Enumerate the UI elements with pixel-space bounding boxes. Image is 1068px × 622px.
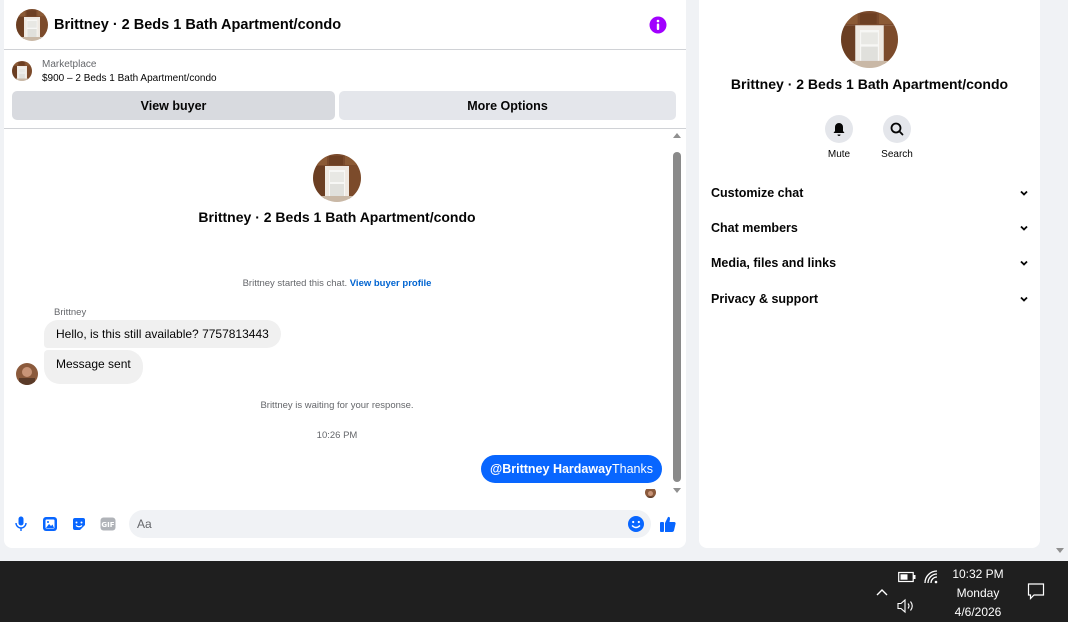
scroll-thumb[interactable]	[673, 152, 681, 482]
scroll-down-arrow[interactable]	[673, 488, 681, 493]
microphone-icon[interactable]	[12, 515, 30, 533]
sender-avatar[interactable]	[16, 363, 38, 385]
message-scrollbar[interactable]	[672, 130, 682, 498]
chevron-down-icon	[1020, 225, 1028, 231]
started-note-text: Brittney started this chat.	[242, 278, 348, 289]
incoming-message[interactable]: Message sent	[44, 350, 143, 384]
photo-icon[interactable]	[41, 515, 59, 533]
chevron-down-icon	[1020, 260, 1028, 266]
sticker-icon[interactable]	[70, 515, 88, 533]
conversation-title: Brittney · 2 Beds 1 Bath Apartment/condo	[198, 209, 476, 225]
message-list: Brittney · 2 Beds 1 Bath Apartment/condo…	[4, 130, 674, 500]
search-button[interactable]: Search	[867, 115, 927, 160]
listing-thumbnail	[12, 61, 32, 81]
battery-icon[interactable]	[898, 571, 916, 583]
divider	[4, 128, 686, 129]
view-buyer-profile-link[interactable]: View buyer profile	[350, 278, 432, 289]
info-avatar	[841, 11, 898, 68]
waiting-note: Brittney is waiting for your response.	[260, 400, 414, 411]
clock-day: Monday	[956, 586, 1000, 600]
section-customize-chat[interactable]: Customize chat	[711, 183, 1029, 203]
outgoing-message[interactable]: @Brittney HardawayThanks	[481, 455, 662, 483]
section-label: Chat members	[711, 221, 798, 235]
section-media-files-links[interactable]: Media, files and links	[711, 253, 1029, 273]
chevron-down-icon	[1020, 190, 1028, 196]
mention[interactable]: @Brittney Hardaway	[490, 462, 612, 476]
wifi-icon[interactable]	[923, 569, 939, 585]
info-icon[interactable]	[648, 15, 668, 35]
incoming-message[interactable]: Hello, is this still available? 77578134…	[44, 320, 281, 348]
message-input[interactable]	[129, 510, 651, 538]
section-label: Media, files and links	[711, 256, 837, 270]
scroll-up-arrow[interactable]	[673, 133, 681, 138]
gif-icon[interactable]: GIF	[99, 515, 117, 533]
notification-center-icon[interactable]	[1027, 582, 1045, 600]
section-label: Privacy & support	[711, 292, 818, 306]
chat-panel: Brittney · 2 Beds 1 Bath Apartment/condo…	[4, 0, 686, 548]
section-label: Customize chat	[711, 186, 804, 200]
message-composer: GIF	[4, 506, 686, 542]
page-scroll-down-arrow[interactable]	[1056, 548, 1064, 553]
mute-label: Mute	[827, 149, 851, 160]
emoji-icon[interactable]	[627, 515, 645, 533]
search-icon	[890, 122, 904, 136]
like-icon[interactable]	[659, 515, 677, 533]
chevron-down-icon	[1020, 296, 1028, 302]
mute-button[interactable]: Mute	[809, 115, 869, 160]
clock-time: 10:32 PM	[952, 567, 1004, 581]
view-buyer-button[interactable]: View buyer	[12, 91, 335, 120]
more-options-button[interactable]: More Options	[339, 91, 676, 120]
chevron-up-icon[interactable]	[875, 586, 889, 600]
conversation-large-avatar	[313, 154, 361, 202]
seen-indicator-avatar	[645, 487, 656, 498]
chat-started-note: Brittney started this chat. View buyer p…	[4, 278, 670, 289]
system-clock[interactable]: 10:32 PM Monday 4/6/2026	[944, 565, 1012, 622]
taskbar: 10:32 PM Monday 4/6/2026	[0, 561, 1068, 622]
listing-price: $900 – 2 Beds 1 Bath Apartment/condo	[42, 73, 217, 84]
marketplace-listing[interactable]: Marketplace $900 – 2 Beds 1 Bath Apartme…	[4, 50, 686, 87]
chat-title[interactable]: Brittney · 2 Beds 1 Bath Apartment/condo	[54, 17, 648, 33]
chat-header: Brittney · 2 Beds 1 Bath Apartment/condo	[4, 0, 686, 50]
svg-text:GIF: GIF	[101, 521, 114, 529]
clock-date: 4/6/2026	[954, 605, 1002, 619]
outgoing-text: Thanks	[612, 462, 653, 476]
info-title: Brittney · 2 Beds 1 Bath Apartment/condo	[730, 76, 1009, 92]
volume-icon[interactable]	[897, 598, 915, 614]
sender-name: Brittney	[54, 307, 87, 318]
listing-label: Marketplace	[42, 59, 97, 70]
search-label: Search	[881, 149, 913, 160]
conversation-avatar[interactable]	[16, 9, 48, 41]
section-privacy-support[interactable]: Privacy & support	[711, 289, 1029, 309]
bell-icon	[833, 122, 845, 136]
chat-info-panel: Brittney · 2 Beds 1 Bath Apartment/condo…	[699, 0, 1040, 548]
section-chat-members[interactable]: Chat members	[711, 218, 1029, 238]
message-timestamp: 10:26 PM	[316, 430, 358, 441]
